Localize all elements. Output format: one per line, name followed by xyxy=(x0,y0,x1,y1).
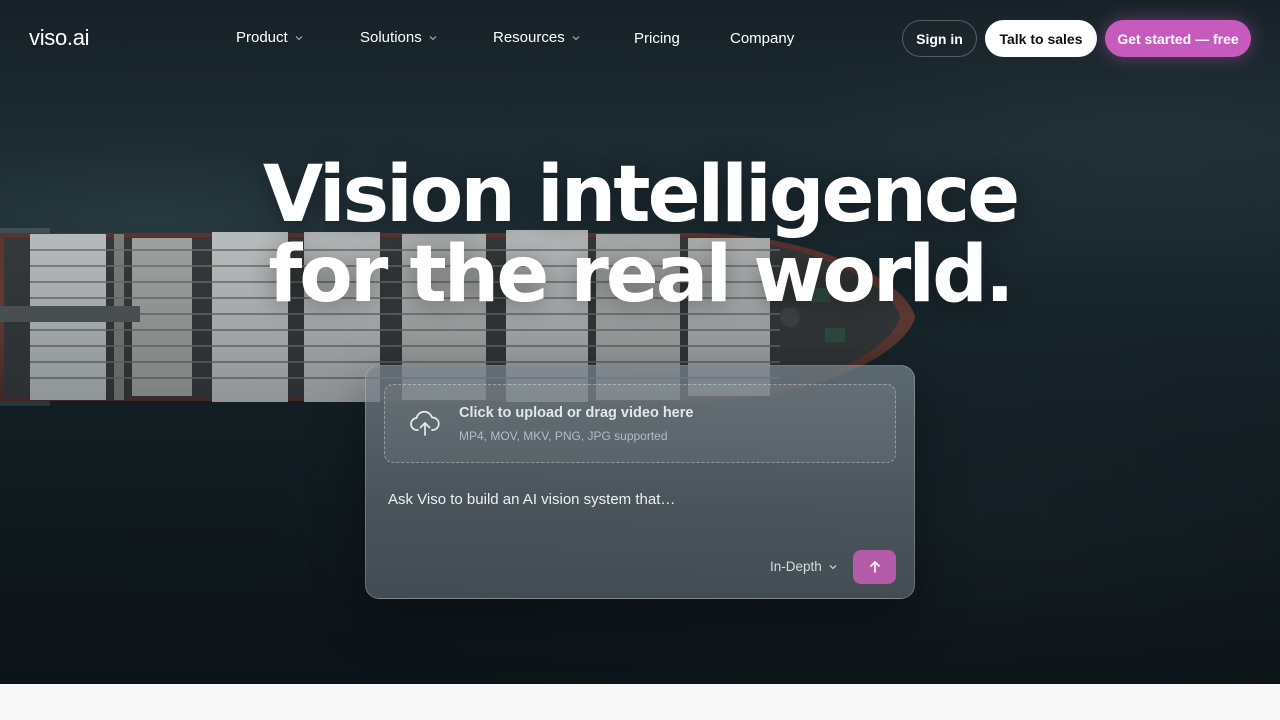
nav-item-company[interactable]: Company xyxy=(730,30,794,47)
upload-dropzone[interactable]: Click to upload or drag video here MP4, … xyxy=(384,384,896,463)
nav-item-solutions[interactable]: Solutions xyxy=(360,29,438,46)
talk-to-sales-button[interactable]: Talk to sales xyxy=(985,20,1097,57)
cloud-upload-icon xyxy=(410,410,440,436)
chevron-down-icon xyxy=(295,35,303,40)
site-header: viso.ai Product Solutions Resources Pric… xyxy=(0,0,1280,76)
nav-label: Product xyxy=(236,29,288,46)
get-started-button[interactable]: Get started — free xyxy=(1105,20,1251,57)
hero-headline-line2: for the real world. xyxy=(268,230,1014,320)
logo[interactable]: viso.ai xyxy=(29,25,90,51)
nav-label: Solutions xyxy=(360,29,422,46)
chevron-down-icon xyxy=(829,564,837,569)
nav-label: Company xyxy=(730,30,795,47)
arrow-up-icon xyxy=(869,561,880,573)
hero-section: Vision intelligence for the real world. … xyxy=(0,0,1280,684)
hero-headline-line1: Vision intelligence xyxy=(262,150,1020,240)
prompt-card: Click to upload or drag video here MP4, … xyxy=(365,365,915,599)
nav-item-pricing[interactable]: Pricing xyxy=(634,30,680,47)
mode-select[interactable]: In-Depth xyxy=(770,559,838,574)
chevron-down-icon xyxy=(429,35,437,40)
nav-label: Resources xyxy=(493,29,565,46)
upload-title: Click to upload or drag video here xyxy=(459,405,694,421)
prompt-input[interactable]: Ask Viso to build an AI vision system th… xyxy=(388,491,675,508)
page-section-below xyxy=(0,684,1280,720)
nav-label: Pricing xyxy=(634,30,680,47)
upload-formats: MP4, MOV, MKV, PNG, JPG supported xyxy=(459,429,668,443)
mode-select-label: In-Depth xyxy=(770,559,822,574)
sign-in-button[interactable]: Sign in xyxy=(902,20,977,57)
nav-item-resources[interactable]: Resources xyxy=(493,29,581,46)
chevron-down-icon xyxy=(572,35,580,40)
send-button[interactable] xyxy=(853,550,896,584)
nav-item-product[interactable]: Product xyxy=(236,29,304,46)
